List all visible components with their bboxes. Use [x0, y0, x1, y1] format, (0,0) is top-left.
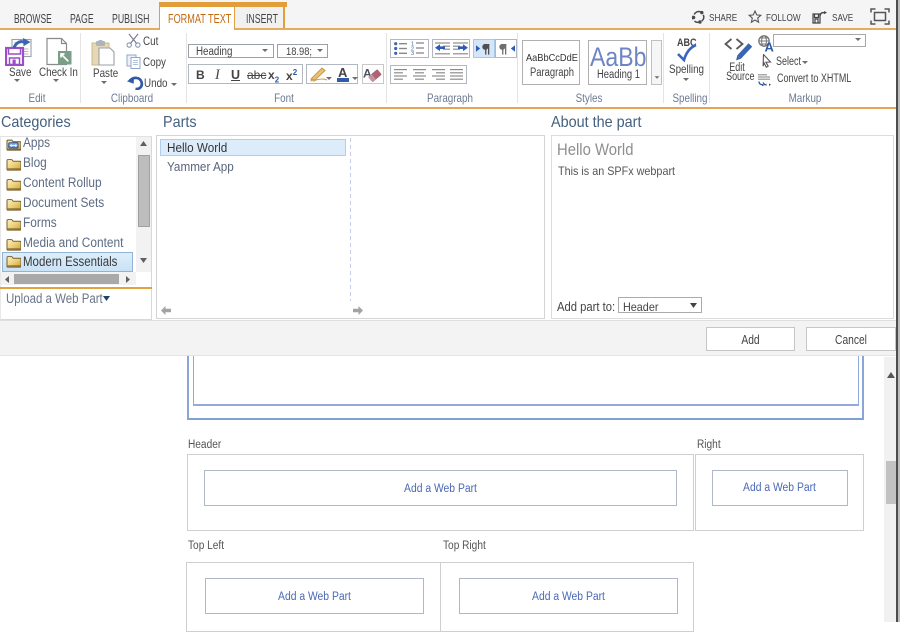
svg-text:3: 3: [411, 51, 414, 55]
